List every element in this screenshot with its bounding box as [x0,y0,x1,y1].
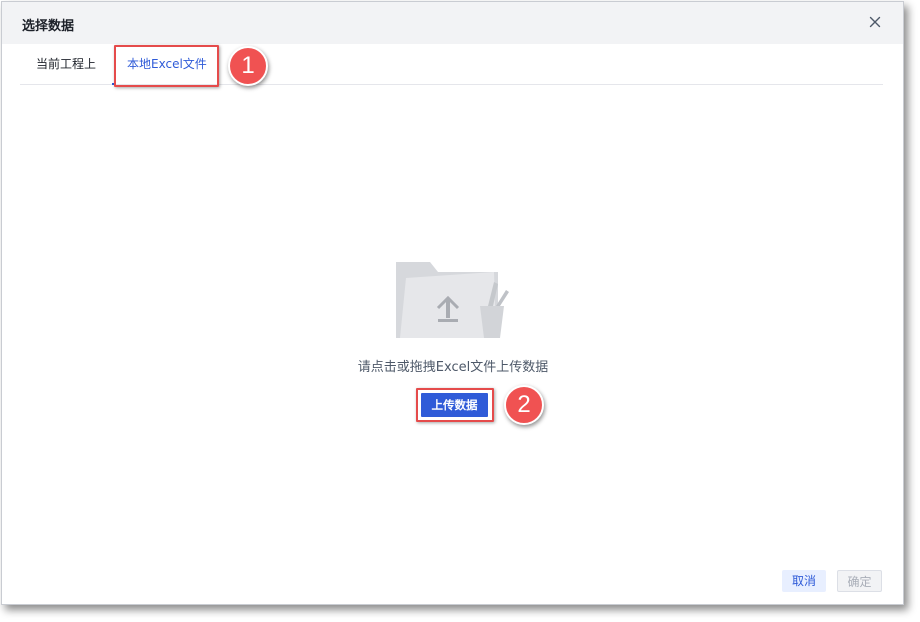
folder-upload-icon [394,260,514,340]
dialog-header: 选择数据 [2,2,903,44]
step-badge-1: 1 [228,46,268,86]
upload-hint: 请点击或拖拽Excel文件上传数据 [357,360,549,375]
step-badge-2: 2 [504,385,544,425]
confirm-button[interactable]: 确定 [837,570,882,592]
close-icon[interactable] [866,13,884,31]
select-data-dialog: 选择数据 当前工程上 本地Excel文件 1 请点击或拖拽Excel文件上传数据… [1,1,904,605]
cancel-button[interactable]: 取消 [782,570,826,592]
callout-highlight-tab [114,45,219,87]
dialog-title: 选择数据 [22,19,75,34]
tab-current-project[interactable]: 当前工程上 [36,45,96,84]
upload-data-button[interactable]: 上传数据 [421,393,488,417]
